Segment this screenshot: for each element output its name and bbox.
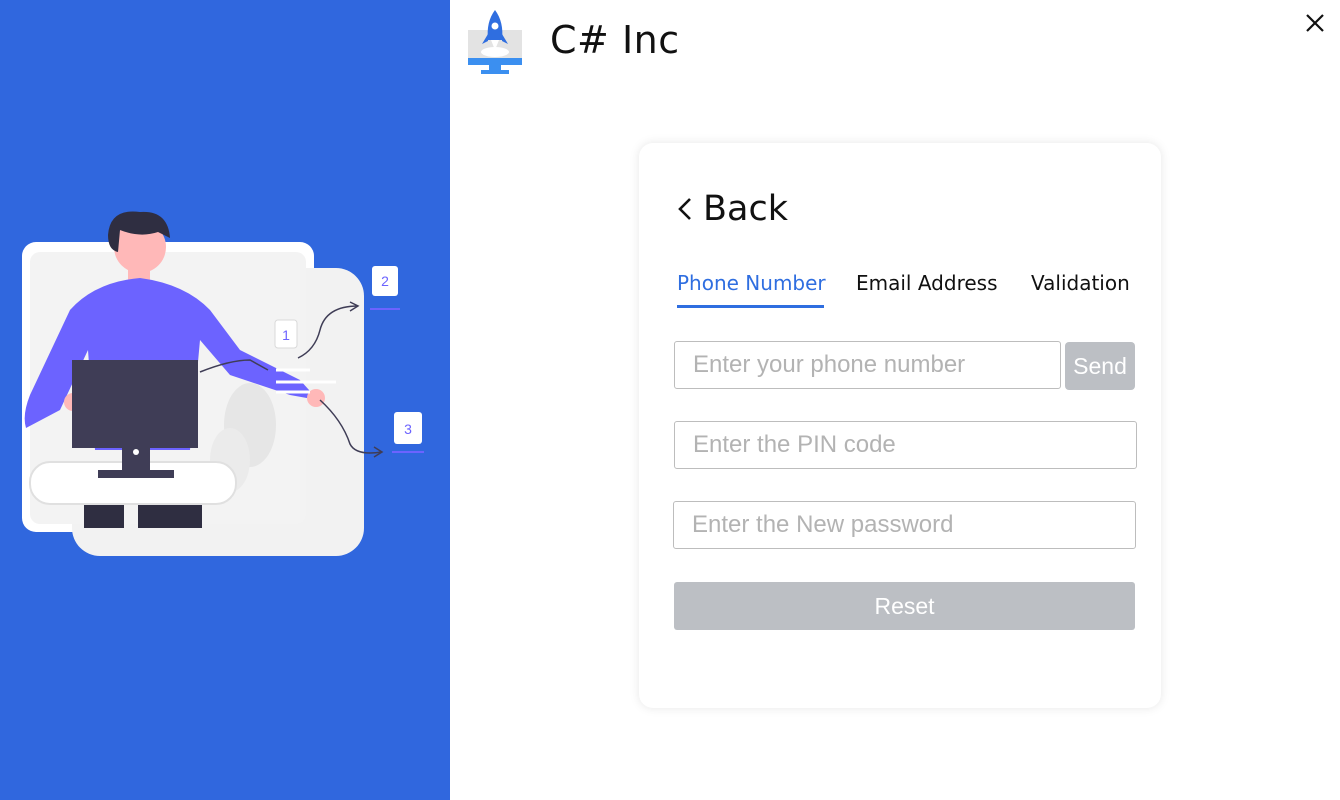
left-panel: 1 2 3 — [0, 0, 450, 800]
active-tab-indicator — [677, 305, 824, 308]
new-password-input[interactable] — [673, 501, 1136, 549]
illustration: 1 2 3 — [22, 211, 424, 556]
rocket-monitor-icon — [464, 8, 526, 76]
reset-button[interactable]: Reset — [674, 582, 1135, 630]
reset-password-card: Back Phone Number Email Address Validati… — [639, 143, 1161, 708]
chevron-left-icon — [678, 198, 691, 220]
back-label: Back — [703, 189, 788, 229]
brand-name: C# Inc — [550, 18, 680, 62]
pin-code-input[interactable] — [674, 421, 1137, 469]
step-3-label: 3 — [404, 421, 412, 437]
tab-email-address[interactable]: Email Address — [856, 271, 998, 295]
tab-validation[interactable]: Validation — [1031, 271, 1130, 295]
tab-phone-number[interactable]: Phone Number — [677, 271, 826, 295]
close-icon — [1306, 14, 1324, 32]
phone-number-input[interactable] — [674, 341, 1061, 389]
close-button[interactable] — [1300, 8, 1330, 38]
step-1-label: 1 — [282, 327, 290, 343]
step-2-label: 2 — [381, 273, 389, 289]
back-button[interactable]: Back — [677, 187, 788, 231]
send-button[interactable]: Send — [1065, 342, 1135, 390]
tab-bar: Phone Number Email Address Validation — [677, 271, 1137, 311]
